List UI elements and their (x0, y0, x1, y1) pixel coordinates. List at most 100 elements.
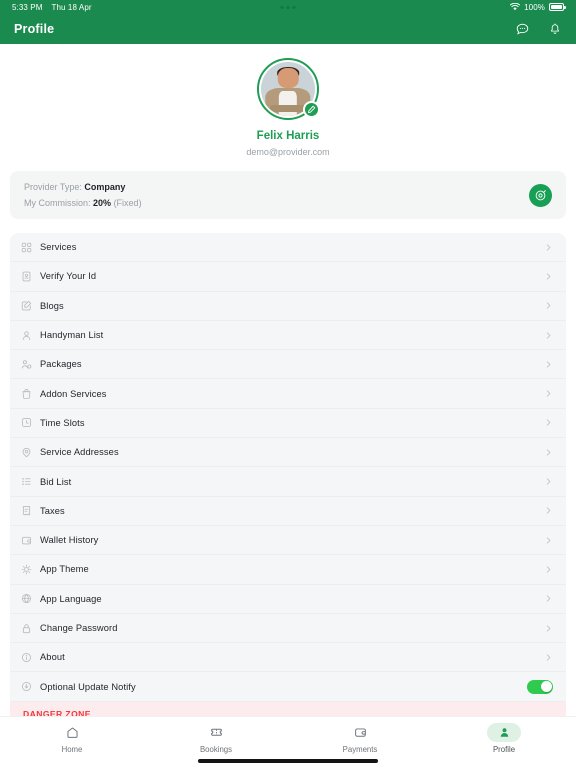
nav-item-home[interactable]: Home (0, 723, 144, 754)
nav-item-payments[interactable]: Payments (288, 723, 432, 754)
commission-suffix: (Fixed) (113, 198, 142, 208)
globe-icon (21, 593, 40, 604)
chevron-right-icon (544, 360, 553, 369)
provider-type-row: Provider Type: Company (24, 182, 142, 192)
profile-screen: 5:33 PM Thu 18 Apr 100% Profile Felix Ha… (0, 0, 576, 768)
chevron-right-icon (544, 506, 553, 515)
provider-info-card: Provider Type: Company My Commission: 20… (10, 171, 566, 219)
chevron-right-icon (544, 536, 553, 545)
menu-item-addon-services[interactable]: Addon Services (10, 379, 566, 409)
wifi-icon (510, 3, 521, 11)
menu-item-label: App Theme (40, 564, 89, 575)
commission-value: 20% (93, 198, 112, 208)
menu-item-label: Change Password (40, 623, 118, 633)
info-circle-icon (21, 652, 40, 663)
menu-item-label: Handyman List (40, 330, 104, 341)
target-circle-icon[interactable] (529, 183, 552, 207)
nav-item-profile[interactable]: Profile (432, 723, 576, 754)
menu-item-label: Wallet History (40, 535, 99, 546)
app-bar-actions (515, 22, 562, 37)
status-bar-right: 100% (510, 2, 566, 12)
menu-item-services[interactable]: Services (10, 233, 566, 263)
wallet-icon (21, 535, 40, 546)
avatar[interactable] (257, 58, 320, 120)
menu-item-label: About (40, 652, 65, 663)
menu-item-label: Service Addresses (40, 447, 119, 458)
status-time: 5:33 PM (12, 2, 43, 12)
toggle-switch-on[interactable] (527, 679, 553, 694)
provider-type-label: Provider Type: (24, 182, 82, 192)
clock-icon (21, 417, 40, 428)
chevron-right-icon (544, 624, 553, 633)
menu-item-taxes[interactable]: Taxes (10, 496, 566, 526)
home-icon (55, 723, 89, 742)
profile-email: demo@provider.com (246, 147, 330, 157)
page-title: Profile (14, 22, 55, 36)
person-icon (487, 723, 521, 742)
menu-item-app-language[interactable]: App Language (10, 584, 566, 614)
ticket-icon (199, 723, 233, 742)
menu-item-change-password[interactable]: Change Password (10, 613, 566, 644)
chevron-right-icon (544, 418, 553, 427)
users-group-icon (21, 359, 40, 370)
menu-item-label: Taxes (40, 505, 65, 516)
menu-item-label: Packages (40, 359, 82, 370)
optional-update-toggle[interactable] (527, 679, 553, 694)
chevron-right-icon (544, 389, 553, 398)
menu-item-time-slots[interactable]: Time Slots (10, 408, 566, 439)
menu-item-label: App Language (40, 593, 102, 604)
chat-bubble-icon[interactable] (515, 22, 530, 37)
menu-item-service-addresses[interactable]: Service Addresses (10, 438, 566, 468)
update-download-icon (21, 681, 40, 692)
chevron-right-icon (544, 477, 553, 486)
menu-item-optional-update-notify[interactable]: Optional Update Notify (10, 672, 566, 702)
menu-item-bid-list[interactable]: Bid List (10, 467, 566, 497)
menu-item-wallet-history[interactable]: Wallet History (10, 525, 566, 556)
id-card-icon (21, 271, 40, 282)
user-person-icon (21, 330, 40, 341)
provider-type-value: Company (84, 182, 126, 192)
menu-item-packages[interactable]: Packages (10, 350, 566, 380)
menu-item-label: Bid List (40, 476, 72, 487)
menu-item-about[interactable]: About (10, 643, 566, 673)
map-pin-icon (21, 447, 40, 458)
receipt-tax-icon (21, 505, 40, 516)
grid-apps-icon (21, 242, 40, 253)
list-bullet-icon (21, 476, 40, 487)
profile-header: Felix Harris demo@provider.com (0, 44, 576, 157)
menu-item-blogs[interactable]: Blogs (10, 291, 566, 321)
home-indicator[interactable] (198, 759, 378, 763)
menu-item-label: Time Slots (40, 417, 85, 428)
battery-percent-label: 100% (524, 2, 545, 12)
status-bar: 5:33 PM Thu 18 Apr 100% (0, 0, 576, 14)
nav-item-label: Bookings (199, 745, 233, 754)
chevron-right-icon (544, 448, 553, 457)
chevron-right-icon (544, 272, 553, 281)
menu-item-verify-your-id[interactable]: Verify Your Id (10, 262, 566, 292)
menu-item-label: Verify Your Id (40, 271, 97, 282)
chevron-right-icon (544, 594, 553, 603)
camera-dots-icon (280, 5, 296, 9)
wallet-icon (343, 723, 377, 742)
pencil-edit-icon[interactable] (303, 101, 320, 118)
profile-name: Felix Harris (256, 130, 320, 142)
menu-item-handyman-list[interactable]: Handyman List (10, 320, 566, 351)
status-date: Thu 18 Apr (51, 2, 92, 12)
app-bar: Profile (0, 14, 576, 44)
menu-item-label: Addon Services (40, 388, 107, 399)
battery-full-icon (549, 3, 566, 11)
bell-icon[interactable] (548, 22, 562, 37)
commission-label: My Commission: (24, 198, 91, 208)
menu-item-label: Services (40, 242, 77, 253)
nav-item-bookings[interactable]: Bookings (144, 723, 288, 754)
lock-icon (21, 623, 40, 634)
provider-info-lines: Provider Type: Company My Commission: 20… (24, 182, 142, 208)
menu-item-label: Blogs (40, 300, 64, 311)
nav-item-label: Home (61, 745, 83, 754)
theme-sun-icon (21, 564, 40, 575)
status-bar-left: 5:33 PM Thu 18 Apr (12, 3, 92, 12)
chevron-right-icon (544, 565, 553, 574)
menu-item-app-theme[interactable]: App Theme (10, 555, 566, 585)
settings-menu-list: Services Verify Your Id Blogs Handyman L… (10, 233, 566, 702)
menu-item-label: Optional Update Notify (40, 681, 136, 692)
